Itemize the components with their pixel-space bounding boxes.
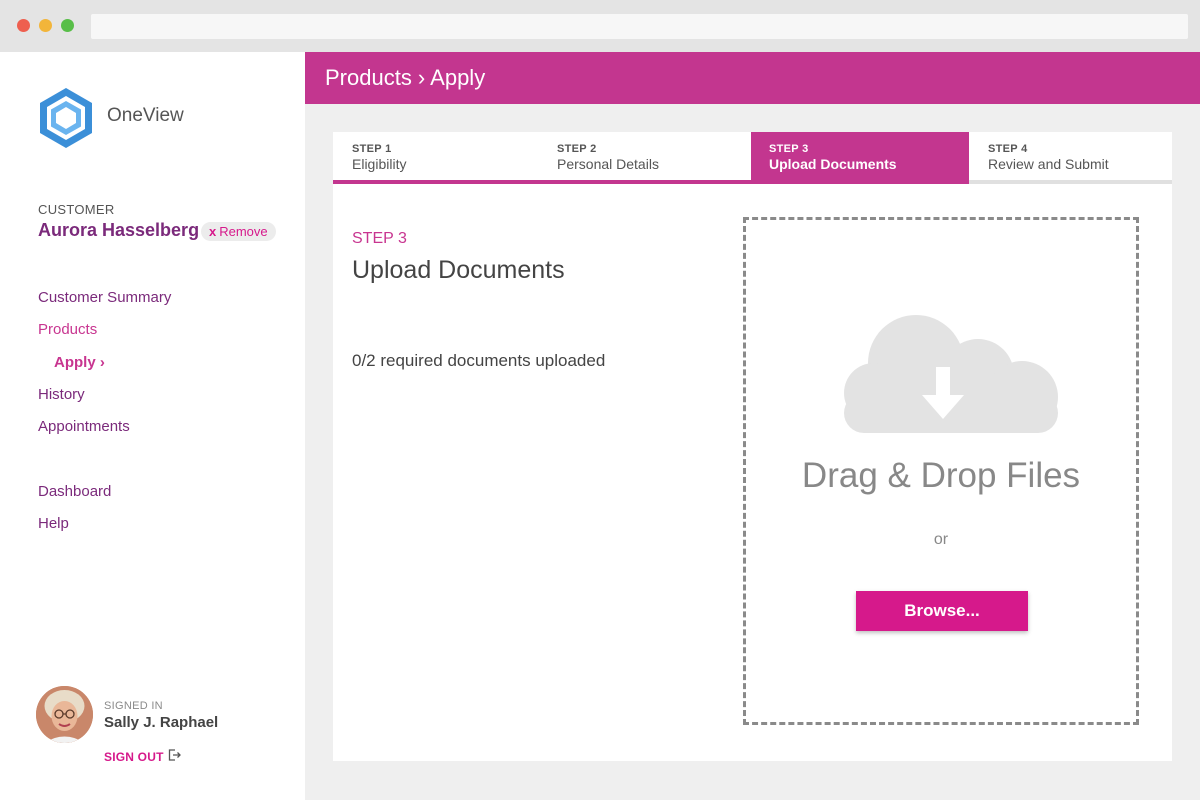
close-window-button[interactable]: [17, 19, 30, 32]
section-step-label: STEP 3: [352, 230, 407, 247]
sidebar: OneView CUSTOMER Aurora Hasselberg x Remo…: [0, 52, 305, 800]
nav-history[interactable]: History: [38, 386, 85, 403]
step-number: STEP 2: [557, 143, 597, 155]
step-upload-documents[interactable]: STEP 3 Upload Documents: [751, 132, 969, 184]
oneview-logo-icon[interactable]: [37, 86, 95, 150]
minimize-window-button[interactable]: [39, 19, 52, 32]
signed-in-user-name: Sally J. Raphael: [104, 714, 219, 731]
customer-name[interactable]: Aurora Hasselberg: [38, 220, 199, 241]
section-title: Upload Documents: [352, 256, 565, 284]
step-number: STEP 4: [988, 143, 1028, 155]
browse-button[interactable]: Browse...: [856, 591, 1028, 631]
step-number: STEP 3: [769, 143, 809, 155]
sign-out-link[interactable]: SIGN OUT: [104, 749, 181, 764]
nav-help[interactable]: Help: [38, 515, 69, 532]
remove-customer-button[interactable]: x Remove: [201, 222, 276, 241]
step-label: Upload Documents: [769, 156, 897, 172]
step-label: Personal Details: [557, 156, 659, 172]
user-avatar[interactable]: [36, 686, 93, 743]
step-number: STEP 1: [352, 143, 392, 155]
sign-out-icon: [168, 749, 181, 764]
step-personal-details[interactable]: STEP 2 Personal Details: [538, 132, 751, 184]
stepper: STEP 1 Eligibility STEP 2 Personal Detai…: [333, 132, 1172, 185]
page-header: Products › Apply: [305, 52, 1200, 104]
maximize-window-button[interactable]: [61, 19, 74, 32]
brand-name: OneView: [107, 105, 184, 126]
nav-products[interactable]: Products: [38, 321, 97, 338]
nav-appointments[interactable]: Appointments: [38, 418, 130, 435]
dropzone-title: Drag & Drop Files: [801, 456, 1081, 495]
step-eligibility[interactable]: STEP 1 Eligibility: [333, 132, 538, 184]
address-bar[interactable]: [91, 14, 1188, 39]
cloud-download-icon: [826, 315, 1062, 433]
upload-status: 0/2 required documents uploaded: [352, 351, 606, 370]
sign-out-label: SIGN OUT: [104, 749, 164, 764]
close-icon: x: [209, 224, 217, 239]
nav-dashboard[interactable]: Dashboard: [38, 483, 111, 500]
dropzone-or: or: [933, 531, 949, 548]
step-review-submit[interactable]: STEP 4 Review and Submit: [969, 132, 1172, 184]
file-dropzone[interactable]: Drag & Drop Files or Browse...: [743, 217, 1139, 725]
breadcrumb: Products › Apply: [325, 65, 486, 90]
step-label: Review and Submit: [988, 156, 1109, 172]
nav-apply[interactable]: Apply ›: [54, 354, 105, 371]
nav-customer-summary[interactable]: Customer Summary: [38, 289, 171, 306]
browser-chrome: [0, 0, 1200, 52]
customer-label: CUSTOMER: [38, 202, 115, 217]
remove-label: Remove: [219, 224, 268, 239]
step-label: Eligibility: [352, 156, 407, 172]
signed-in-label: SIGNED IN: [104, 700, 163, 712]
apply-card: STEP 1 Eligibility STEP 2 Personal Detai…: [333, 132, 1172, 761]
